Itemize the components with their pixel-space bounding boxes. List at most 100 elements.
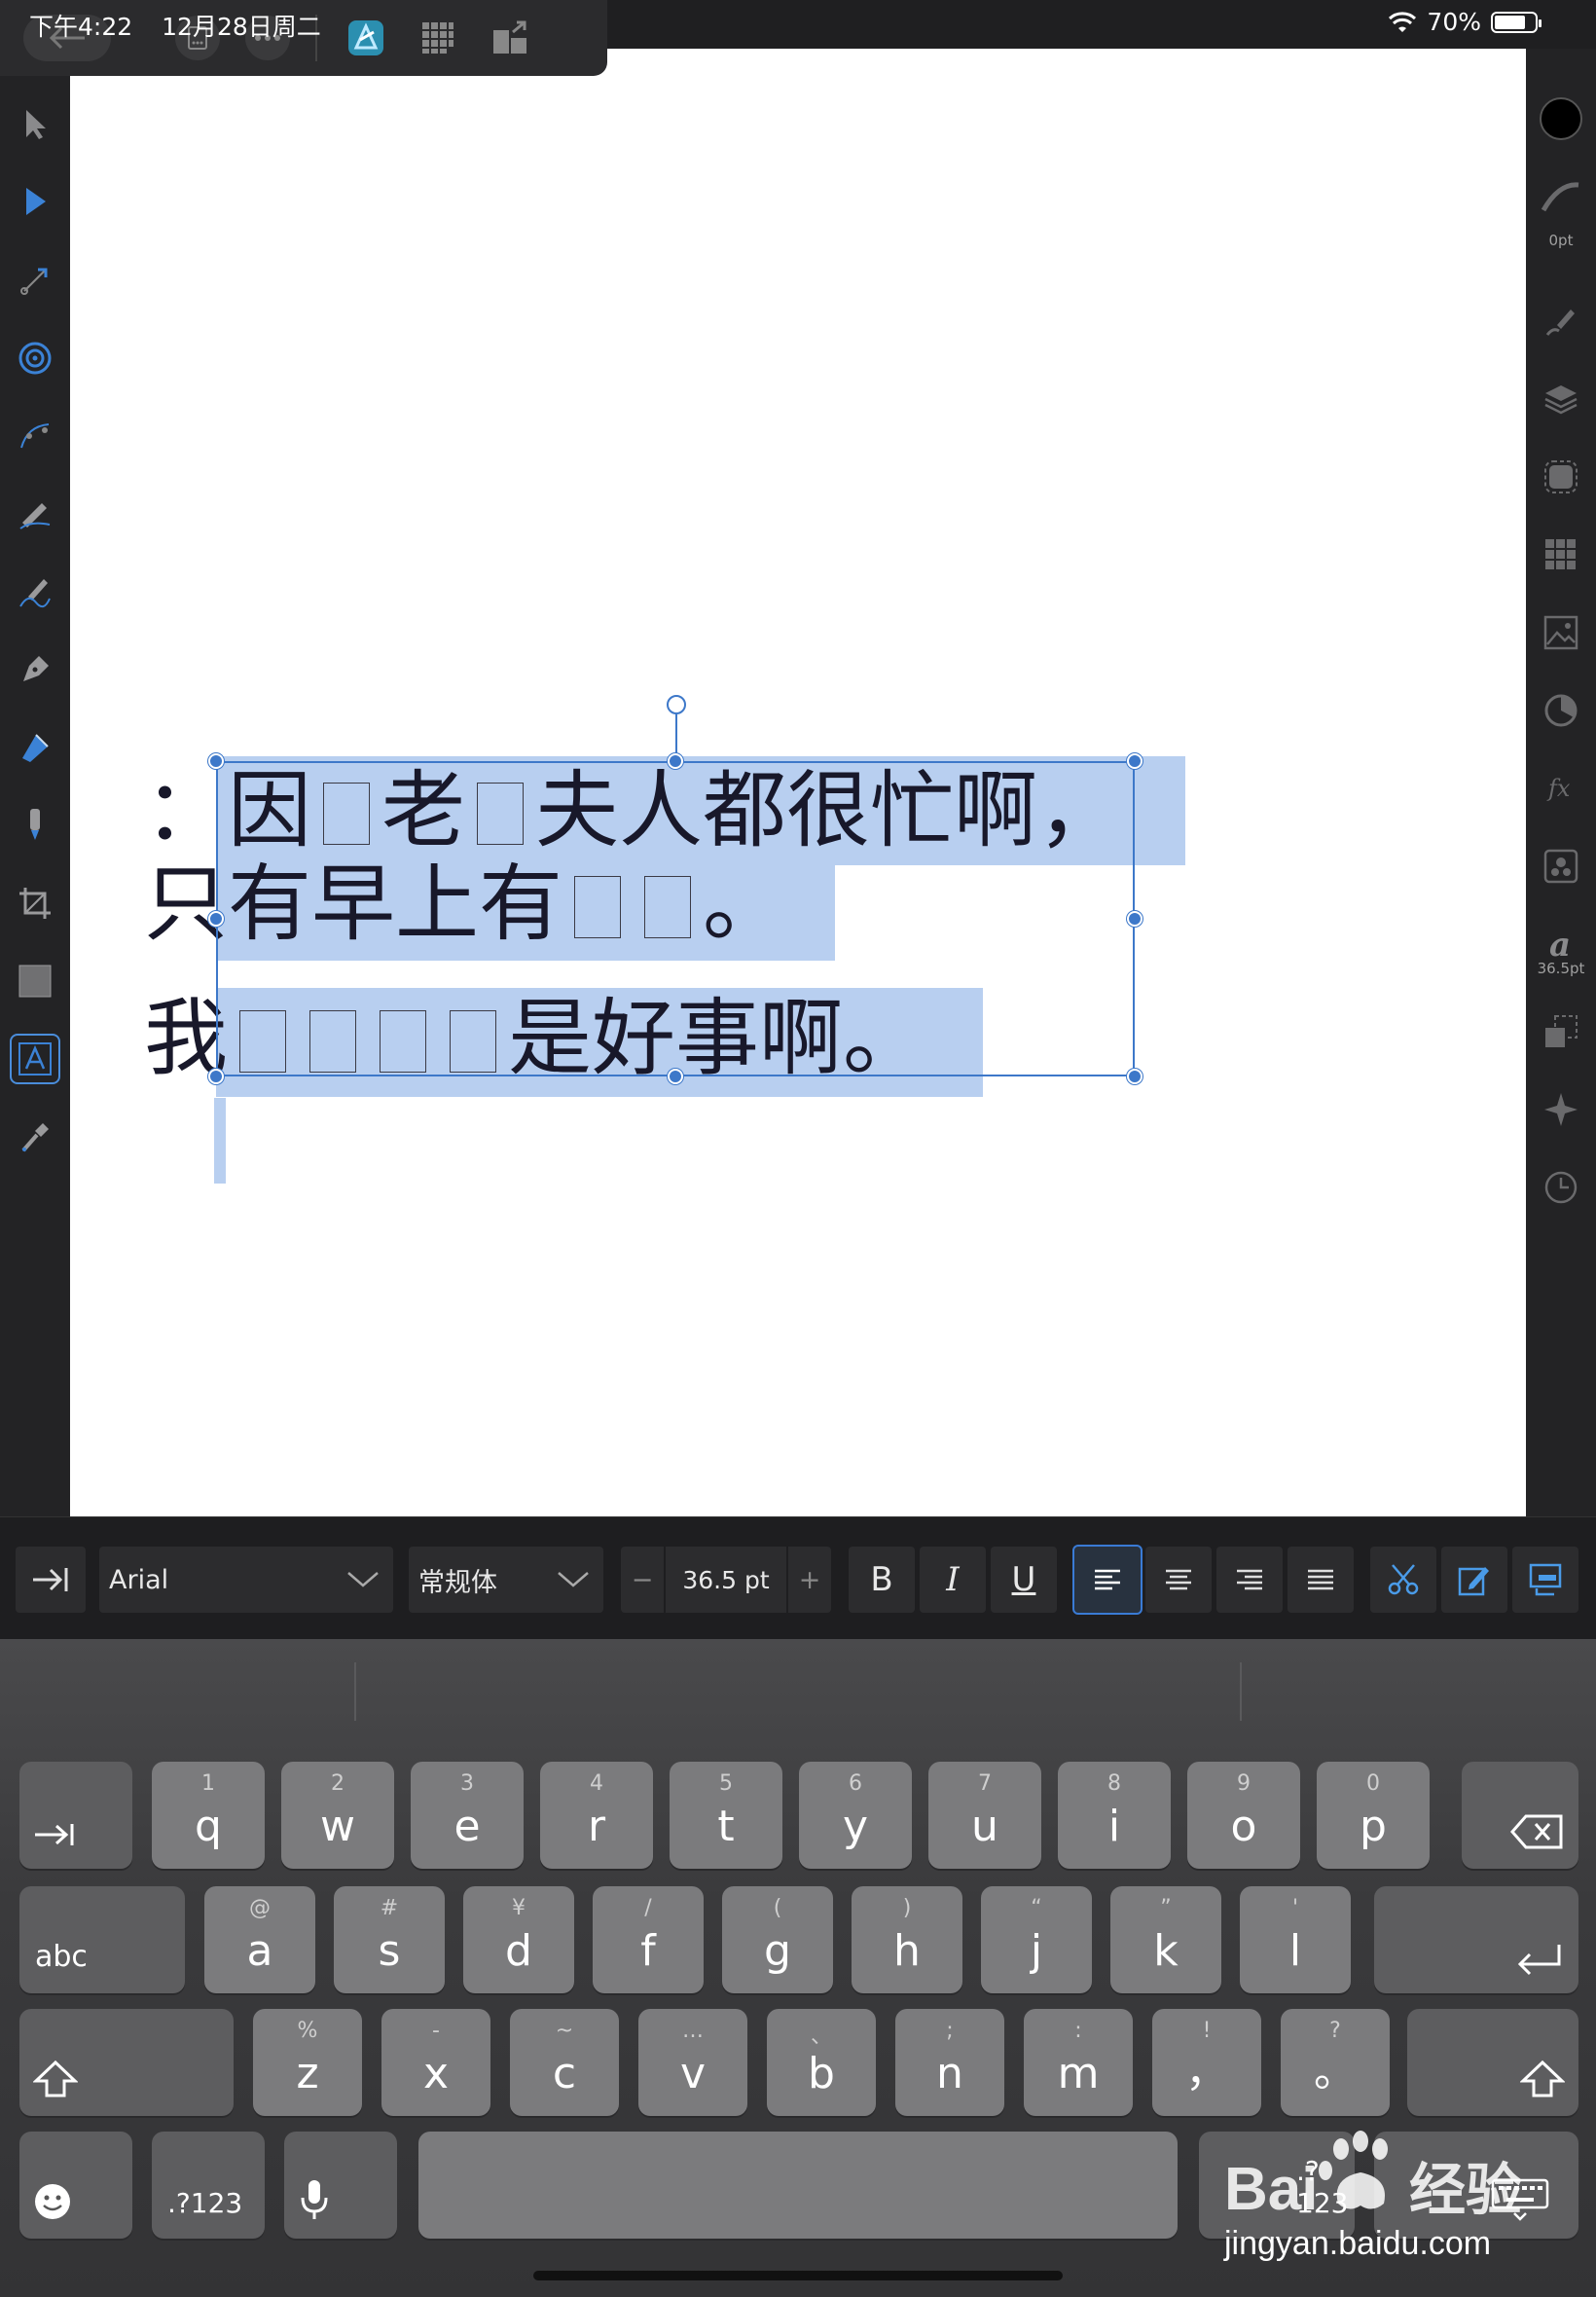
key-9[interactable]: 9o	[1187, 1762, 1300, 1869]
transform-panel-button[interactable]	[1538, 1008, 1584, 1055]
key-7[interactable]: :m	[1024, 2009, 1133, 2116]
bold-button[interactable]: B	[849, 1547, 915, 1613]
pencil-tool[interactable]	[12, 491, 58, 537]
tab-indent-button[interactable]	[16, 1547, 86, 1613]
export-persona-button[interactable]	[487, 15, 533, 61]
resize-handle-bottom-left[interactable]	[208, 1069, 224, 1084]
corner-tool[interactable]	[12, 257, 58, 304]
fill-tool[interactable]	[12, 724, 58, 771]
italic-button[interactable]: I	[920, 1547, 986, 1613]
font-size-decrease-button[interactable]: −	[621, 1565, 664, 1595]
cut-button[interactable]	[1370, 1547, 1436, 1613]
return-key[interactable]	[1374, 1886, 1578, 1993]
numbers-key-left[interactable]: .?123	[152, 2132, 265, 2239]
resize-handle-bottom[interactable]	[668, 1069, 683, 1084]
key-3[interactable]: ¥ d	[463, 1886, 574, 1993]
resize-handle-right[interactable]	[1127, 911, 1143, 927]
move-tool[interactable]	[12, 101, 58, 148]
key-9[interactable]: ?。	[1281, 2009, 1390, 2116]
stroke-button[interactable]	[1538, 173, 1584, 220]
justify-button[interactable]	[1288, 1547, 1354, 1613]
styles-panel-button[interactable]	[1538, 843, 1584, 890]
designer-persona-button[interactable]	[343, 15, 389, 61]
key-2[interactable]: 2w	[281, 1762, 394, 1869]
shift-key-left[interactable]	[19, 2009, 234, 2116]
color-swatch[interactable]	[1538, 95, 1584, 142]
key-2[interactable]: # s	[334, 1886, 445, 1993]
pixel-persona-button[interactable]	[415, 15, 461, 61]
transparency-tool[interactable]	[12, 802, 58, 849]
abc-key[interactable]: abc	[19, 1886, 185, 1993]
resize-handle-top[interactable]	[668, 753, 683, 769]
color-panel-button[interactable]	[1538, 687, 1584, 734]
history-panel-button[interactable]	[1538, 1164, 1584, 1211]
rotation-handle[interactable]	[667, 695, 686, 714]
font-size-value[interactable]: 36.5 pt	[666, 1566, 786, 1594]
rectangle-tool[interactable]	[12, 958, 58, 1004]
effects-panel-button[interactable]: fx	[1538, 765, 1584, 812]
space-key[interactable]	[418, 2132, 1178, 2239]
vector-crop-tool[interactable]	[12, 413, 58, 459]
key-5[interactable]: 、 b	[767, 2009, 876, 2116]
key-4[interactable]: … v	[638, 2009, 747, 2116]
key-1[interactable]: 1q	[152, 1762, 265, 1869]
align-right-button[interactable]	[1216, 1547, 1283, 1613]
key-5[interactable]: 5t	[670, 1762, 782, 1869]
key-8[interactable]: ” k	[1110, 1886, 1221, 1993]
artistic-text-tool[interactable]	[10, 1034, 60, 1084]
assets-panel-button[interactable]	[1538, 609, 1584, 656]
key-8[interactable]: 8i	[1058, 1762, 1171, 1869]
appearance-panel-button[interactable]	[1538, 454, 1584, 500]
key-6[interactable]: ) h	[852, 1886, 962, 1993]
font-family-dropdown[interactable]: Arial	[99, 1547, 393, 1613]
key-6[interactable]: 6y	[799, 1762, 912, 1869]
key-primary-label: g	[764, 1926, 791, 1976]
key-8[interactable]: !，	[1152, 2009, 1261, 2116]
resize-handle-left[interactable]	[208, 911, 224, 927]
swatches-panel-button[interactable]	[1538, 531, 1584, 578]
image-icon	[1543, 615, 1578, 650]
emoji-key[interactable]	[19, 2132, 132, 2239]
underline-button[interactable]: U	[991, 1547, 1057, 1613]
key-3[interactable]: 3e	[411, 1762, 524, 1869]
layers-panel-button[interactable]	[1538, 376, 1584, 422]
font-style-value: 常规体	[418, 1567, 497, 1598]
edit-text-button[interactable]	[1441, 1547, 1507, 1613]
resize-handle-top-right[interactable]	[1127, 753, 1143, 769]
key-7[interactable]: 7u	[928, 1762, 1041, 1869]
dictation-key[interactable]	[284, 2132, 397, 2239]
font-size-increase-button[interactable]: +	[788, 1565, 831, 1595]
align-left-button[interactable]	[1072, 1545, 1143, 1615]
artboard-tool[interactable]	[12, 880, 58, 927]
node-tool[interactable]	[12, 179, 58, 226]
key-2[interactable]: -x	[381, 2009, 490, 2116]
key-5[interactable]: (g	[722, 1886, 833, 1993]
key-6[interactable]: ; n	[895, 2009, 1004, 2116]
key-1[interactable]: @ a	[204, 1886, 315, 1993]
key-10[interactable]: 0p	[1317, 1762, 1430, 1869]
pen-tool[interactable]	[12, 646, 58, 693]
key-1[interactable]: % z	[253, 2009, 362, 2116]
align-center-button[interactable]	[1145, 1547, 1212, 1613]
key-4[interactable]: / f	[593, 1886, 704, 1993]
navigator-panel-button[interactable]	[1538, 1086, 1584, 1133]
font-style-dropdown[interactable]: 常规体	[409, 1547, 603, 1613]
key-3[interactable]: ~ c	[510, 2009, 619, 2116]
shift-key-right[interactable]	[1407, 2009, 1578, 2116]
vector-brush-tool[interactable]	[12, 568, 58, 615]
hide-keyboard-key[interactable]	[1374, 2132, 1578, 2239]
resize-handle-bottom-right[interactable]	[1127, 1069, 1143, 1084]
point-transform-tool[interactable]	[12, 335, 58, 382]
key-4[interactable]: 4r	[540, 1762, 653, 1869]
brushes-panel-button[interactable]	[1538, 298, 1584, 345]
status-time: 下午4:22	[29, 13, 133, 41]
numbers-key-right[interactable]: .?123	[1199, 2132, 1355, 2239]
key-7[interactable]: “j	[981, 1886, 1092, 1993]
text-frame-options-button[interactable]	[1512, 1547, 1578, 1613]
color-picker-tool[interactable]	[12, 1113, 58, 1160]
backspace-key[interactable]	[1462, 1762, 1578, 1869]
resize-handle-top-left[interactable]	[208, 753, 224, 769]
tab-key[interactable]	[19, 1762, 132, 1869]
key-9[interactable]: ' l	[1240, 1886, 1351, 1993]
key-secondary-label: @	[249, 1896, 271, 1920]
